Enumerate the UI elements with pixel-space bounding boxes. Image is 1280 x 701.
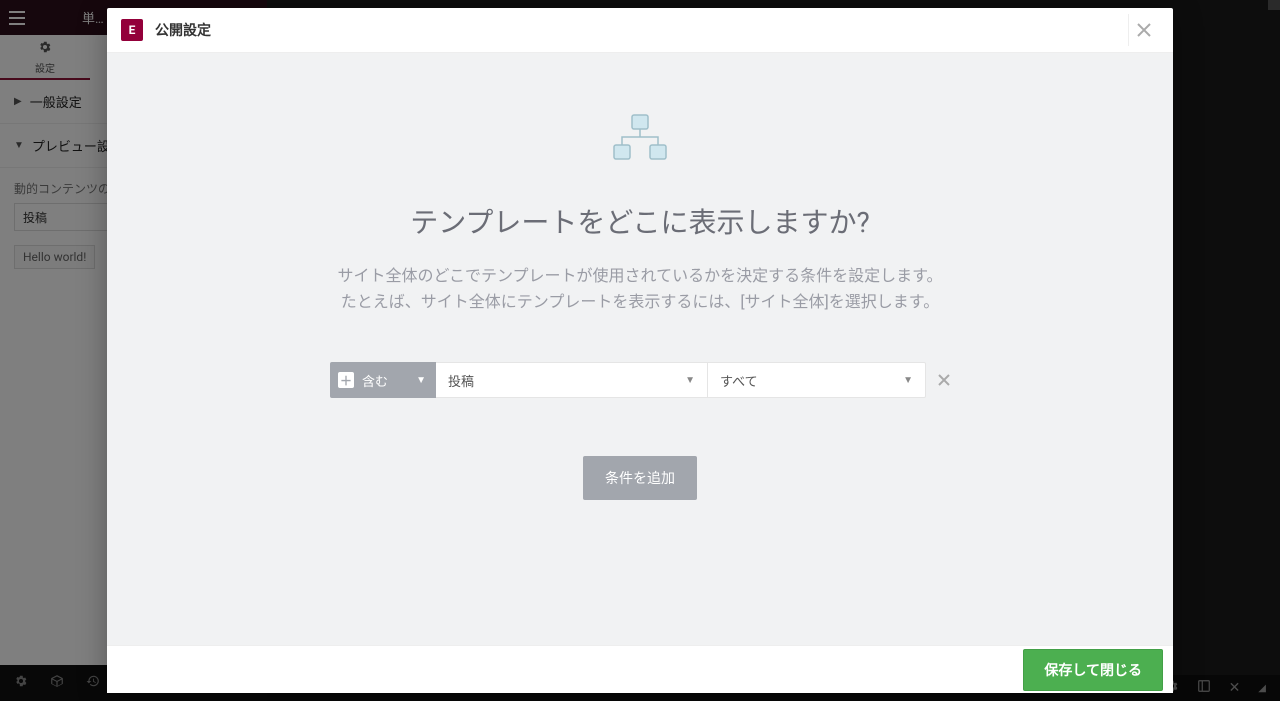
condition-include-select[interactable]: ＋ 含む ▼ (330, 362, 436, 398)
select-value: 投稿 (448, 371, 474, 390)
modal-header: E 公開設定 (107, 8, 1173, 53)
description-line: たとえば、サイト全体にテンプレートを表示するには、[サイト全体]を選択します。 (338, 289, 943, 315)
include-label: 含む (362, 371, 388, 390)
modal-footer: 保存して閉じる (107, 645, 1173, 693)
modal-heading: テンプレートをどこに表示しますか? (410, 201, 870, 241)
select-value: すべて (720, 371, 758, 390)
modal-description: サイト全体のどこでテンプレートが使用されているかを決定する条件を設定します。 た… (338, 263, 943, 314)
sitemap-icon (610, 113, 670, 163)
add-condition-button[interactable]: 条件を追加 (583, 456, 697, 500)
modal-close-button[interactable] (1128, 14, 1159, 46)
description-line: サイト全体のどこでテンプレートが使用されているかを決定する条件を設定します。 (338, 263, 943, 289)
close-icon (1137, 23, 1151, 37)
modal-body: テンプレートをどこに表示しますか? サイト全体のどこでテンプレートが使用されてい… (107, 53, 1173, 645)
caret-down-icon: ▼ (903, 375, 913, 386)
caret-down-icon: ▼ (685, 375, 695, 386)
modal-title: 公開設定 (155, 20, 211, 40)
condition-type-select[interactable]: 投稿 ▼ (436, 362, 708, 398)
save-and-close-button[interactable]: 保存して閉じる (1023, 649, 1163, 691)
publish-settings-modal: E 公開設定 テンプレートをどこに表示しますか? サイト全体のどこでテンプレート… (107, 8, 1173, 693)
plus-icon: ＋ (338, 372, 354, 388)
caret-down-icon: ▼ (416, 375, 426, 386)
modal-overlay: E 公開設定 テンプレートをどこに表示しますか? サイト全体のどこでテンプレート… (0, 0, 1280, 701)
close-icon (938, 374, 950, 386)
condition-scope-select[interactable]: すべて ▼ (708, 362, 926, 398)
remove-condition-button[interactable] (938, 370, 950, 391)
condition-row: ＋ 含む ▼ 投稿 ▼ すべて ▼ (330, 362, 950, 398)
elementor-logo-icon: E (121, 19, 143, 41)
